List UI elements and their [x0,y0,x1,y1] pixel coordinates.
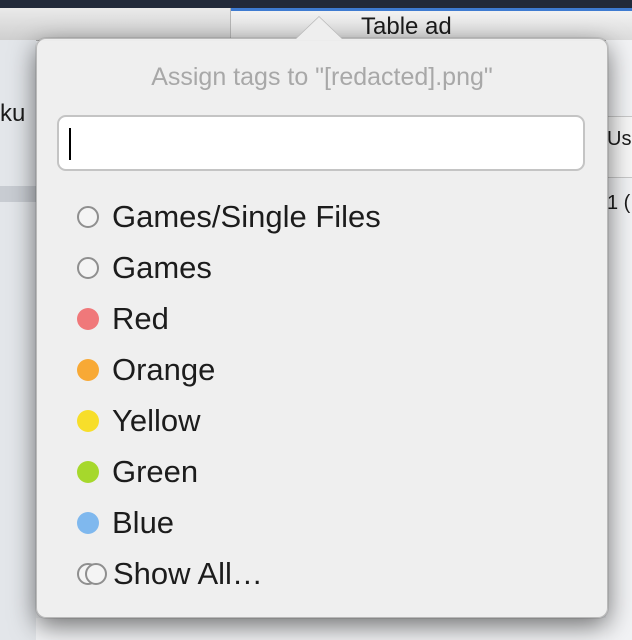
tag-label: Yellow [112,402,201,438]
empty-circle-icon [77,256,99,279]
tag-item-orange[interactable]: Orange [77,344,381,395]
tag-label: Games/Single Files [112,198,381,234]
tag-item-red[interactable]: Red [77,293,381,344]
show-all-tags-item[interactable]: Show All… [77,548,381,599]
tab-title: Table ad [361,13,452,40]
popover-title: Assign tags to "[redacted].png" [151,63,493,91]
tag-search-input[interactable] [57,115,585,171]
orange-dot-icon [77,358,99,381]
tag-label: Orange [112,351,216,387]
tag-label: Green [112,453,199,489]
column-header-label: Us [607,128,632,150]
tag-item-games-single-files[interactable]: Games/Single Files [77,191,381,242]
tag-label: Blue [112,504,175,540]
tag-label: Red [112,300,169,336]
left-panel-text: ku [0,100,26,127]
empty-circle-icon [77,205,99,228]
table-cell-text: 1 ( [607,192,631,214]
tag-item-games[interactable]: Games [77,242,381,293]
left-panel [0,40,36,640]
tag-item-blue[interactable]: Blue [77,497,381,548]
tab-accent-bar [231,8,632,11]
red-dot-icon [77,307,99,330]
blue-dot-icon [77,511,99,534]
tag-item-green[interactable]: Green [77,446,381,497]
show-all-label: Show All… [113,555,263,591]
left-panel-divider [0,186,36,202]
popover-arrow [295,17,343,40]
text-cursor [69,128,71,160]
green-dot-icon [77,460,99,483]
tag-list: Games/Single Files Games Red Orange Yell… [77,191,381,599]
tag-item-yellow[interactable]: Yellow [77,395,381,446]
yellow-dot-icon [77,409,99,432]
assign-tags-popover: Assign tags to "[redacted].png" Games/Si… [36,17,608,618]
tab-table[interactable]: Table ad [230,8,632,40]
stacked-circles-icon [77,562,113,585]
tag-label: Games [112,249,212,285]
